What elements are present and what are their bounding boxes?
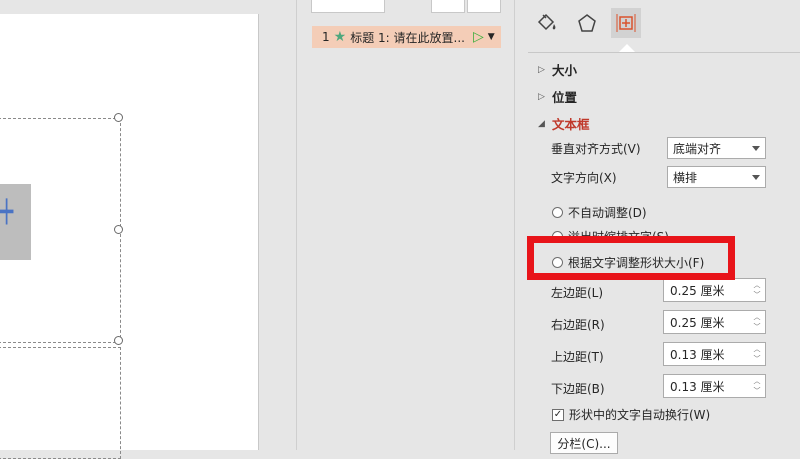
right-margin-value: 0.25 厘米 [670, 315, 725, 330]
autofit-option-none[interactable]: 不自动调整(D) [552, 204, 647, 221]
animation-item-title: 标题 1: 请在此放置... [350, 30, 465, 45]
chevron-down-icon [752, 146, 760, 151]
section-position[interactable]: ▷ 位置 [538, 87, 577, 106]
star-icon: ★ [333, 29, 347, 45]
play-icon: ▷ [472, 29, 484, 45]
animation-item[interactable]: 1 ★ 标题 1: 请在此放置... ▷ ▼ [312, 26, 501, 48]
section-size-label: 大小 [552, 63, 578, 78]
shape-glyph: ┿ [0, 200, 14, 225]
vertical-align-select[interactable]: 底端对齐 [667, 137, 766, 159]
columns-button[interactable]: 分栏(C)... [550, 432, 618, 454]
animation-pane: 1 ★ 标题 1: 请在此放置... ▷ ▼ [296, 0, 515, 450]
tab-size-properties[interactable] [611, 8, 641, 38]
vertical-align-value: 底端对齐 [673, 141, 722, 156]
bottom-margin-label: 下边距(B) [551, 382, 605, 396]
tab-effects[interactable] [572, 8, 602, 38]
top-margin-spinner[interactable]: 0.13 厘米 ︿ ﹀ [663, 342, 766, 366]
section-textbox-label: 文本框 [552, 117, 590, 132]
content-placeholder-frame[interactable] [0, 347, 121, 459]
top-margin-label: 上边距(T) [551, 350, 604, 364]
resize-handle-bottom-right[interactable] [114, 336, 123, 345]
left-margin-label: 左边距(L) [551, 286, 604, 300]
bottom-margin-spinner[interactable]: 0.13 厘米 ︿ ﹀ [663, 374, 766, 398]
text-direction-label: 文字方向(X) [551, 171, 617, 185]
wrap-text-option[interactable]: ✓ 形状中的文字自动换行(W) [552, 406, 710, 423]
text-direction-select[interactable]: 横排 [667, 166, 766, 188]
chevron-down-icon[interactable]: ▼ [488, 32, 495, 42]
format-shape-pane: ▷ 大小 ▷ 位置 ◢ 文本框 垂直对齐方式(V) 底端对齐 文字方向(X) 横… [516, 0, 800, 454]
checkbox[interactable]: ✓ [552, 408, 564, 421]
expand-triangle-icon: ▷ [538, 91, 545, 102]
text-direction-value: 横排 [673, 170, 698, 185]
bottom-margin-value: 0.13 厘米 [670, 379, 725, 394]
collapse-triangle-icon: ◢ [538, 118, 545, 129]
divider [528, 52, 800, 53]
right-margin-label: 右边距(R) [551, 318, 605, 332]
spinner-arrows-icon[interactable]: ︿ ﹀ [751, 376, 763, 396]
active-tab-indicator [619, 44, 635, 52]
section-textbox[interactable]: ◢ 文本框 [538, 114, 590, 133]
move-up-button[interactable] [431, 0, 465, 13]
slide-canvas[interactable]: ┿ [0, 14, 259, 459]
top-margin-value: 0.13 厘米 [670, 347, 725, 362]
chevron-down-icon [752, 175, 760, 180]
wrap-text-label: 形状中的文字自动换行(W) [569, 408, 711, 422]
animation-item-number: 1 [322, 30, 330, 44]
play-from-button[interactable] [311, 0, 385, 13]
effects-pentagon-icon [578, 14, 596, 32]
left-margin-spinner[interactable]: 0.25 厘米 ︿ ﹀ [663, 278, 766, 302]
radio-button[interactable] [552, 207, 563, 218]
expand-triangle-icon: ▷ [538, 64, 545, 75]
resize-handle-top-right[interactable] [114, 113, 123, 122]
spinner-arrows-icon[interactable]: ︿ ﹀ [751, 312, 763, 332]
autofit-option-none-label: 不自动调整(D) [568, 206, 647, 220]
spinner-arrows-icon[interactable]: ︿ ﹀ [751, 344, 763, 364]
section-size[interactable]: ▷ 大小 [538, 60, 577, 79]
fill-line-icon [537, 13, 556, 31]
tab-fill-line[interactable] [532, 8, 562, 38]
spinner-arrows-icon[interactable]: ︿ ﹀ [751, 280, 763, 300]
vertical-align-label: 垂直对齐方式(V) [551, 142, 641, 156]
move-down-button[interactable] [467, 0, 501, 13]
size-properties-icon [616, 14, 636, 32]
resize-handle-right[interactable] [114, 225, 123, 234]
left-margin-value: 0.25 厘米 [670, 283, 725, 298]
selected-shape[interactable]: ┿ [0, 184, 31, 260]
highlight-box [527, 236, 735, 280]
right-margin-spinner[interactable]: 0.25 厘米 ︿ ﹀ [663, 310, 766, 334]
section-position-label: 位置 [552, 90, 578, 105]
